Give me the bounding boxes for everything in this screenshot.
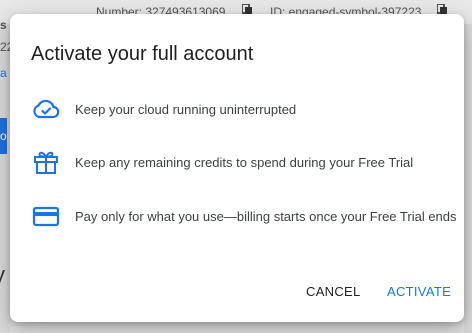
dialog-title: Activate your full account	[31, 43, 254, 65]
bg-fragment: y	[0, 262, 5, 288]
gift-icon	[31, 147, 61, 177]
cancel-button[interactable]: CANCEL	[298, 278, 369, 305]
feature-item-cloud: Keep your cloud running uninterrupted	[31, 94, 461, 124]
background-right-edge	[464, 24, 472, 333]
credit-card-icon	[31, 201, 61, 231]
feature-text: Pay only for what you use—billing starts…	[75, 209, 457, 224]
bg-blue-button: o	[0, 118, 7, 154]
cloud-check-icon	[31, 94, 61, 124]
background-left-edge: s 22 a o y	[0, 18, 13, 333]
feature-item-credits: Keep any remaining credits to spend duri…	[31, 147, 461, 177]
feature-item-billing: Pay only for what you use—billing starts…	[31, 201, 461, 231]
bg-fragment: a	[0, 66, 7, 80]
activate-button[interactable]: ACTIVATE	[379, 278, 459, 305]
feature-text: Keep your cloud running uninterrupted	[75, 102, 297, 117]
activate-account-dialog: Activate your full account Keep your clo…	[10, 14, 464, 322]
bg-fragment: s	[0, 18, 7, 32]
feature-text: Keep any remaining credits to spend duri…	[75, 155, 414, 170]
